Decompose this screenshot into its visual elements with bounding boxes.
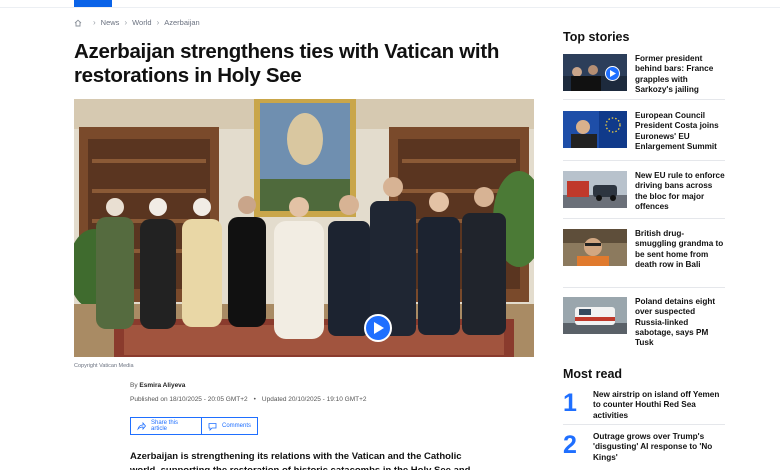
brand-accent-bar [74,0,112,7]
most-read-title: Outrage grows over Trump's 'disgusting' … [593,432,713,462]
comments-button[interactable]: Comments [202,417,258,435]
hero-image [74,99,534,357]
article-dates: Published on 18/10/2025 - 20:05 GMT+2 • … [130,396,367,403]
comment-icon [208,422,217,431]
story-title: Poland detains eight over suspected Russ… [635,297,716,348]
date-separator: • [253,396,256,403]
article-lead: Azerbaijan is strengthening its relation… [130,451,470,470]
divider [563,160,725,161]
top-story-item[interactable]: British drug-smuggling grandma to be sen… [563,229,725,270]
breadcrumb: › News › World › Azerbaijan [74,18,200,27]
published-date: Published on 18/10/2025 - 20:05 GMT+2 [130,396,248,403]
story-title: New EU rule to enforce driving bans acro… [635,171,725,211]
author-name[interactable]: Esmira Aliyeva [139,382,185,389]
divider [563,99,725,100]
top-stories-heading: Top stories [563,30,630,44]
byline: By Esmira Aliyeva [130,382,185,389]
home-icon[interactable] [74,19,82,27]
breadcrumb-news[interactable]: News [101,18,120,27]
story-title: Former president behind bars: France gra… [635,54,714,94]
video-play-icon [605,66,620,81]
story-title: European Council President Costa joins E… [635,111,719,151]
most-read-title: New airstrip on island off Yemen to coun… [593,390,720,420]
story-title: British drug-smuggling grandma to be sen… [635,229,724,269]
article-actions: Share this article Comments [130,417,258,435]
chevron-right-icon: › [93,18,96,27]
comments-label: Comments [222,423,252,429]
hero-video[interactable] [74,99,534,357]
story-thumbnail [563,111,627,148]
chevron-right-icon: › [156,18,160,27]
most-read-item[interactable]: 1 New airstrip on island off Yemen to co… [563,390,725,421]
story-thumbnail [563,229,627,266]
breadcrumb-azerbaijan[interactable]: Azerbaijan [164,18,199,27]
top-story-item[interactable]: New EU rule to enforce driving bans acro… [563,171,725,212]
article-title: Azerbaijan strengthens ties with Vatican… [74,40,500,87]
most-read-item[interactable]: 2 Outrage grows over Trump's 'disgusting… [563,432,725,463]
breadcrumb-world[interactable]: World [132,18,151,27]
story-thumbnail [563,297,627,334]
play-icon [374,322,384,334]
chevron-right-icon: › [124,18,128,27]
divider [563,424,725,425]
play-button[interactable] [364,314,392,342]
share-icon [137,421,147,431]
divider [563,287,725,288]
share-article-button[interactable]: Share this article [130,417,202,435]
divider [563,218,725,219]
most-read-heading: Most read [563,367,623,381]
top-story-item[interactable]: European Council President Costa joins E… [563,111,725,152]
header-divider [0,7,780,8]
top-story-item[interactable]: Poland detains eight over suspected Russ… [563,297,725,348]
story-thumbnail [563,171,627,208]
share-label: Share this article [151,420,179,432]
story-thumbnail [563,54,627,91]
most-read-rank: 1 [563,389,577,417]
byline-prefix: By [130,382,138,389]
top-story-item[interactable]: Former president behind bars: France gra… [563,54,725,95]
image-caption: Copyright Vatican Media [74,363,134,369]
updated-date: Updated 20/10/2025 - 19:10 GMT+2 [261,396,367,403]
most-read-rank: 2 [563,431,577,459]
